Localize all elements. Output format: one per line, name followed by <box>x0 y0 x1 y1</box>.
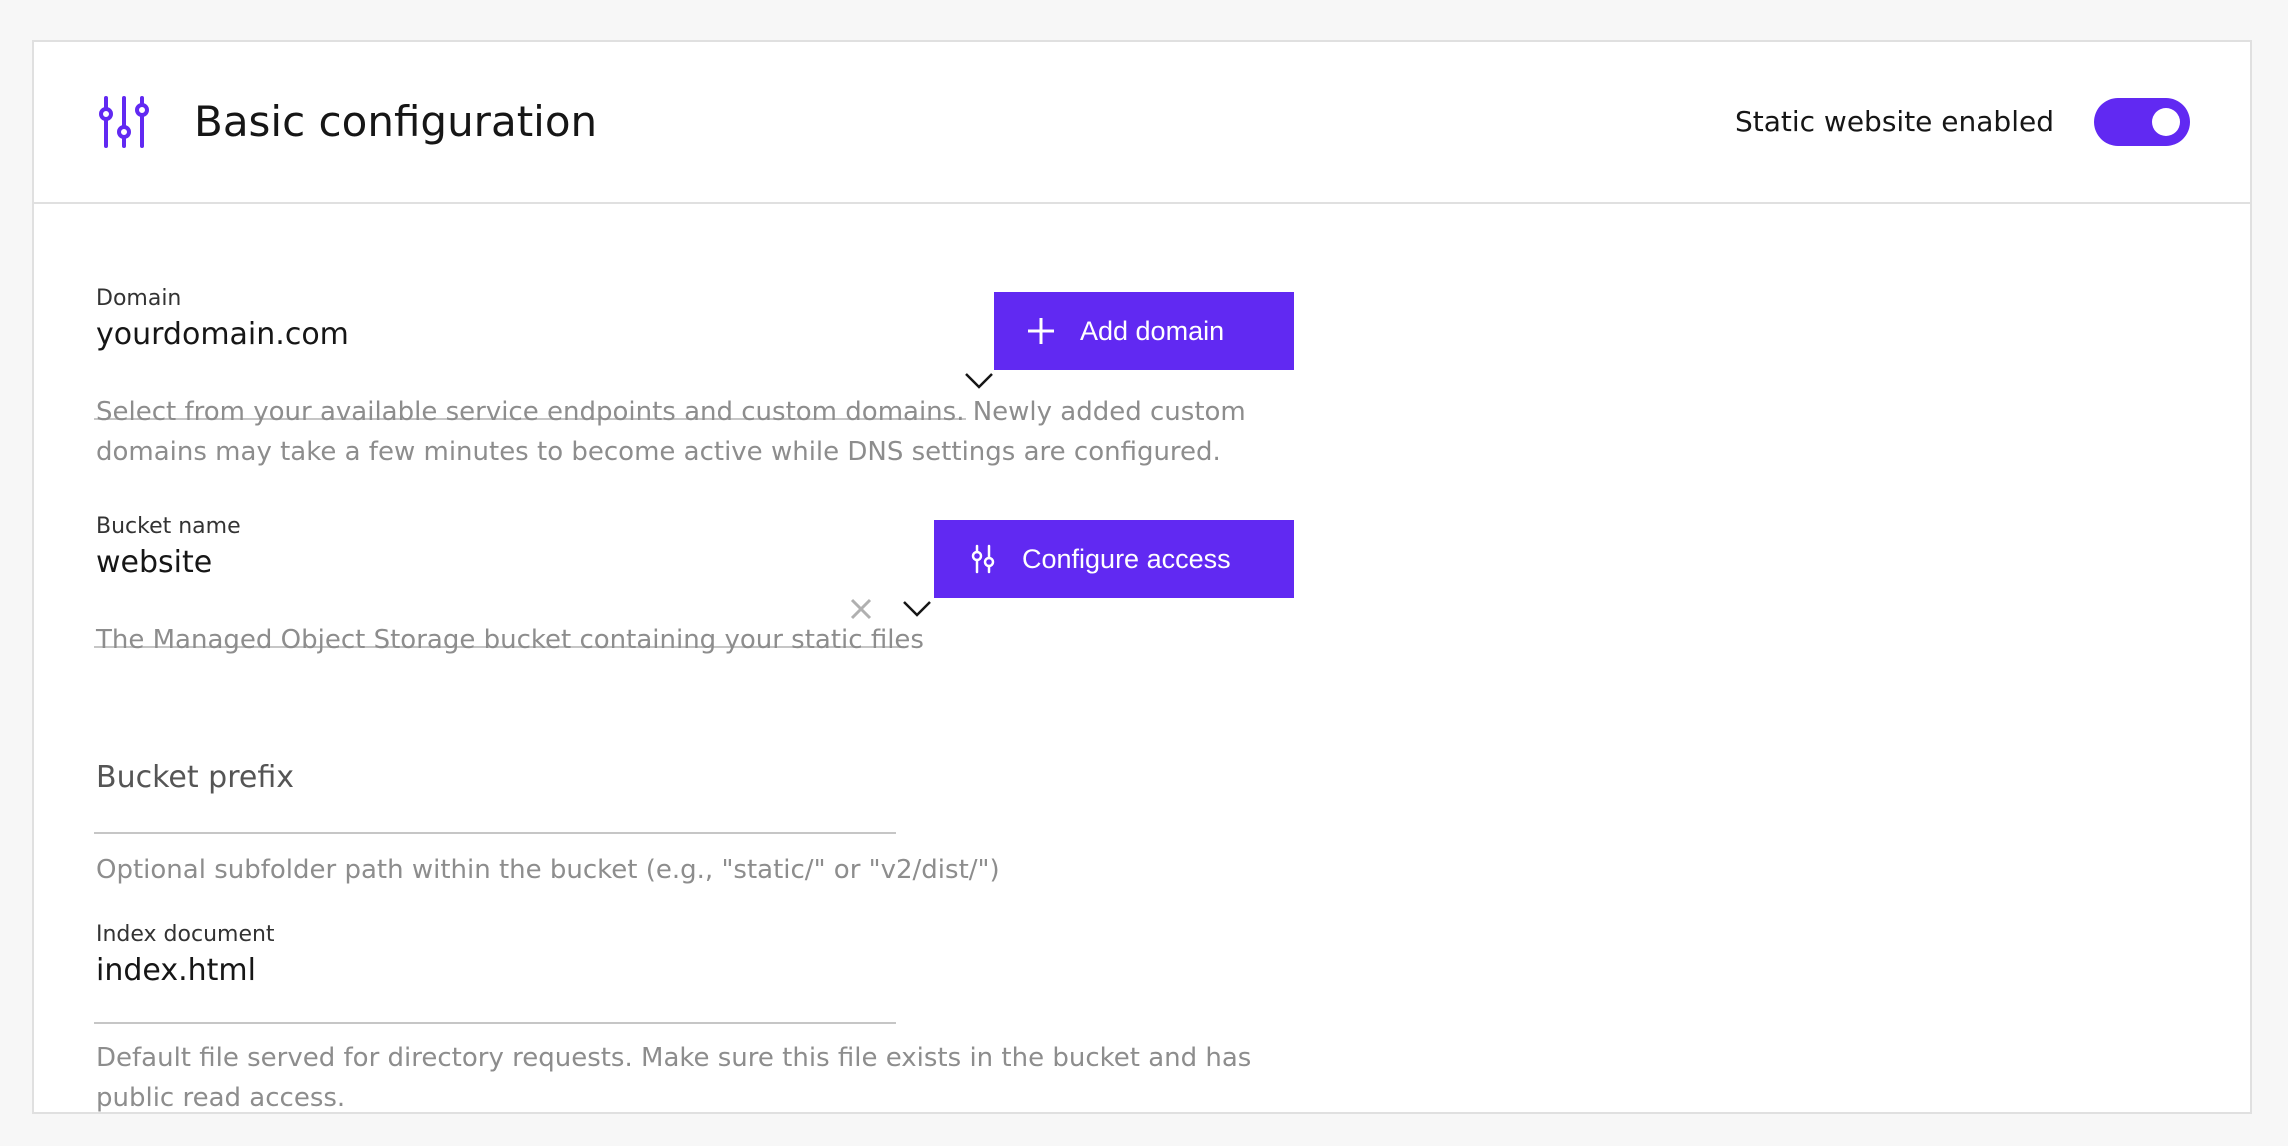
domain-value: yourdomain.com <box>96 317 349 352</box>
bucket-prefix-underline <box>94 832 896 834</box>
bucket-prefix-help-text: Optional subfolder path within the bucke… <box>96 855 1000 885</box>
bucket-name-value: website <box>96 545 213 580</box>
bucket-name-label: Bucket name <box>96 514 241 539</box>
domain-select[interactable]: Domain yourdomain.com <box>94 286 1000 420</box>
sliders-icon <box>971 544 995 574</box>
domain-label: Domain <box>96 286 182 311</box>
static-website-toggle[interactable] <box>2094 98 2190 146</box>
plus-icon <box>1028 318 1054 344</box>
domain-help-text: Select from your available service endpo… <box>96 397 1246 467</box>
configure-access-label: Configure access <box>1022 544 1231 574</box>
configure-access-button[interactable]: Configure access <box>934 520 1294 598</box>
index-document-input[interactable]: Index document index.html <box>94 922 896 1028</box>
add-domain-button[interactable]: Add domain <box>994 292 1294 370</box>
clear-icon[interactable] <box>850 598 872 620</box>
chevron-down-icon[interactable] <box>902 600 932 618</box>
page-title: Basic configuration <box>194 97 598 146</box>
index-document-value: index.html <box>96 953 256 988</box>
add-domain-label: Add domain <box>1080 316 1225 346</box>
index-document-underline <box>94 1022 896 1024</box>
static-website-toggle-label: Static website enabled <box>1734 105 2054 138</box>
sliders-icon <box>99 96 149 148</box>
bucket-prefix-input[interactable]: Bucket prefix <box>94 758 896 834</box>
bucket-help-text: The Managed Object Storage bucket contai… <box>96 625 924 655</box>
toggle-knob <box>2152 108 2180 136</box>
index-document-label: Index document <box>96 922 275 947</box>
bucket-prefix-placeholder: Bucket prefix <box>96 760 294 795</box>
basic-configuration-card: Basic configuration Static website enabl… <box>32 40 2252 1114</box>
chevron-down-icon[interactable] <box>964 372 994 390</box>
card-header: Basic configuration Static website enabl… <box>34 42 2250 204</box>
index-document-help-text: Default file served for directory reques… <box>96 1043 1252 1113</box>
